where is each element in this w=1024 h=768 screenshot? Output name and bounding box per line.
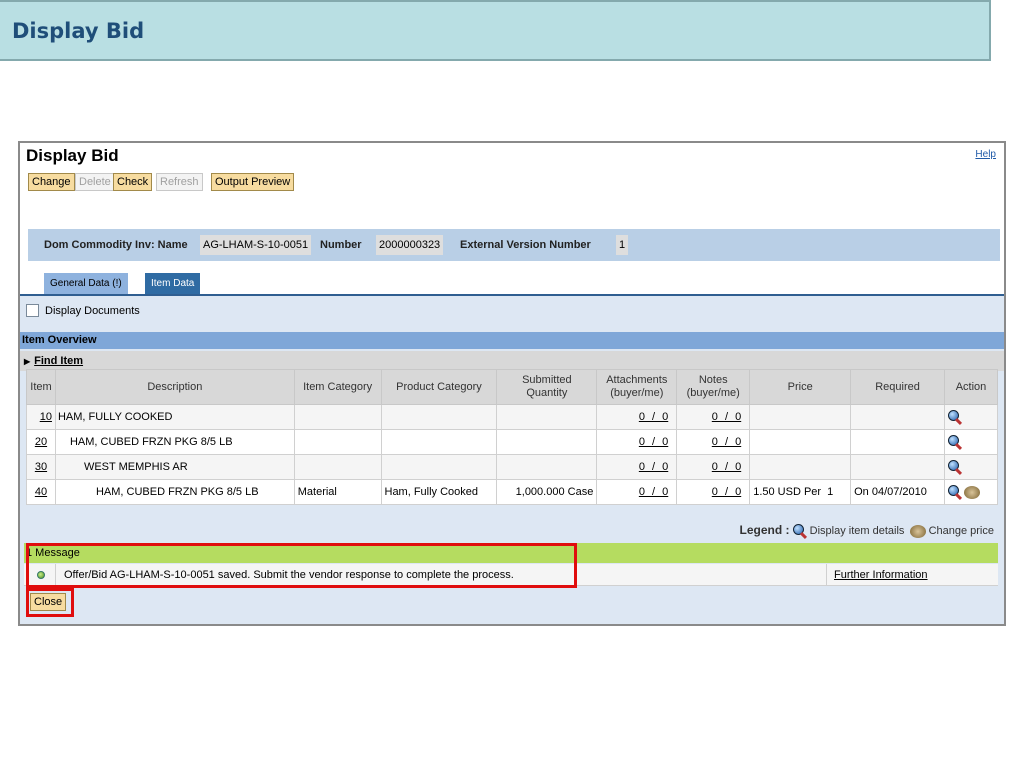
page-banner: Display Bid <box>0 0 991 61</box>
col-notes: Notes (buyer/me) <box>676 369 751 405</box>
table-row: 30 WEST MEMPHIS AR 0 / 0 0 / 0 <box>26 454 998 480</box>
quantity-cell <box>496 404 598 430</box>
item-link[interactable]: 20 <box>35 436 47 448</box>
item-link[interactable]: 40 <box>35 486 47 498</box>
notes-link[interactable]: 0 / 0 <box>676 479 751 505</box>
display-documents-row[interactable]: Display Documents <box>26 304 140 317</box>
quantity-cell <box>496 454 598 480</box>
legend-label: Legend : <box>739 523 790 537</box>
table-row: 40 HAM, CUBED FRZN PKG 8/5 LB Material H… <box>26 479 998 505</box>
attachments-link[interactable]: 0 / 0 <box>596 404 678 430</box>
quantity-cell <box>496 429 598 455</box>
required-cell <box>850 429 946 455</box>
delete-button: Delete <box>75 173 115 191</box>
table-row: 10 HAM, FULLY COOKED 0 / 0 0 / 0 <box>26 404 998 430</box>
help-link[interactable]: Help <box>975 149 996 160</box>
close-highlight-box <box>26 588 74 617</box>
table-header-row: Item Description Item Category Product C… <box>26 369 998 405</box>
col-description: Description <box>54 369 295 405</box>
description-cell: WEST MEMPHIS AR <box>54 454 295 480</box>
legend-display-details: Display item details <box>809 525 905 537</box>
message-highlight-box <box>26 543 577 588</box>
notes-link[interactable]: 0 / 0 <box>676 404 751 430</box>
item-category-cell: Material <box>293 479 382 505</box>
col-submitted-quantity: Submitted Quantity <box>496 369 598 405</box>
page-title: Display Bid <box>26 146 119 165</box>
legend-change-price: Change price <box>928 525 994 537</box>
display-details-icon[interactable] <box>948 460 962 474</box>
display-details-icon[interactable] <box>948 435 962 449</box>
product-category-cell <box>380 404 498 430</box>
change-price-icon[interactable] <box>964 485 981 499</box>
external-version-value: 1 <box>616 235 629 255</box>
item-link[interactable]: 30 <box>35 461 47 473</box>
col-item-category: Item Category <box>293 369 382 405</box>
item-overview-header: Item Overview <box>20 332 1004 349</box>
output-preview-button[interactable]: Output Preview <box>211 173 295 191</box>
number-label: Number <box>320 239 362 251</box>
notes-link[interactable]: 0 / 0 <box>676 429 751 455</box>
display-documents-label: Display Documents <box>45 304 140 317</box>
find-item-link[interactable]: Find Item <box>34 355 83 367</box>
document-header: Dom Commodity Inv: Name AG-LHAM-S-10-005… <box>28 229 1000 261</box>
display-bid-panel: Display Bid Help Change Delete Check Ref… <box>18 141 1006 626</box>
item-category-cell <box>293 404 382 430</box>
price-cell: 1.50 USD Per 1 <box>749 479 852 505</box>
display-details-icon[interactable] <box>948 485 962 499</box>
display-details-icon[interactable] <box>948 410 962 424</box>
required-cell <box>850 454 946 480</box>
name-label: Dom Commodity Inv: Name <box>44 239 188 251</box>
item-category-cell <box>293 454 382 480</box>
table-row: 20 HAM, CUBED FRZN PKG 8/5 LB 0 / 0 0 / … <box>26 429 998 455</box>
description-cell: HAM, CUBED FRZN PKG 8/5 LB <box>54 429 295 455</box>
name-value: AG-LHAM-S-10-0051 <box>200 235 312 255</box>
tab-item-data[interactable]: Item Data <box>145 273 201 294</box>
find-item-row[interactable]: ▶ Find Item <box>20 351 1004 371</box>
price-cell <box>749 404 852 430</box>
banner-title: Display Bid <box>12 19 145 43</box>
col-product-category: Product Category <box>380 369 498 405</box>
col-action: Action <box>944 369 998 405</box>
divider <box>826 564 827 586</box>
display-documents-checkbox[interactable] <box>26 304 39 317</box>
check-button[interactable]: Check <box>113 173 153 191</box>
handshake-icon <box>909 524 926 538</box>
tab-general-data[interactable]: General Data (!) <box>44 273 128 294</box>
item-table: Item Description Item Category Product C… <box>26 369 998 505</box>
legend: Legend : Display item details Change pri… <box>740 523 994 538</box>
price-cell <box>749 429 852 455</box>
further-information-link[interactable]: Further Information <box>834 569 928 581</box>
attachments-link[interactable]: 0 / 0 <box>596 429 678 455</box>
description-cell: HAM, FULLY COOKED <box>54 404 295 430</box>
item-link[interactable]: 10 <box>40 411 52 423</box>
col-required: Required <box>850 369 946 405</box>
quantity-cell: 1,000.000 Case <box>496 479 598 505</box>
change-button[interactable]: Change <box>28 173 75 191</box>
magnifier-icon <box>792 524 807 538</box>
col-price: Price <box>749 369 852 405</box>
expand-triangle-icon: ▶ <box>24 357 31 366</box>
number-value: 2000000323 <box>376 235 444 255</box>
product-category-cell <box>380 454 498 480</box>
description-cell: HAM, CUBED FRZN PKG 8/5 LB <box>54 479 295 505</box>
notes-link[interactable]: 0 / 0 <box>676 454 751 480</box>
external-version-label: External Version Number <box>460 239 591 251</box>
attachments-link[interactable]: 0 / 0 <box>596 454 678 480</box>
required-cell: On 04/07/2010 <box>850 479 946 505</box>
item-category-cell <box>293 429 382 455</box>
product-category-cell: Ham, Fully Cooked <box>380 479 498 505</box>
price-cell <box>749 454 852 480</box>
col-attachments: Attachments (buyer/me) <box>596 369 678 405</box>
col-item: Item <box>26 369 56 405</box>
product-category-cell <box>380 429 498 455</box>
refresh-button: Refresh <box>156 173 203 191</box>
required-cell <box>850 404 946 430</box>
attachments-link[interactable]: 0 / 0 <box>596 479 678 505</box>
